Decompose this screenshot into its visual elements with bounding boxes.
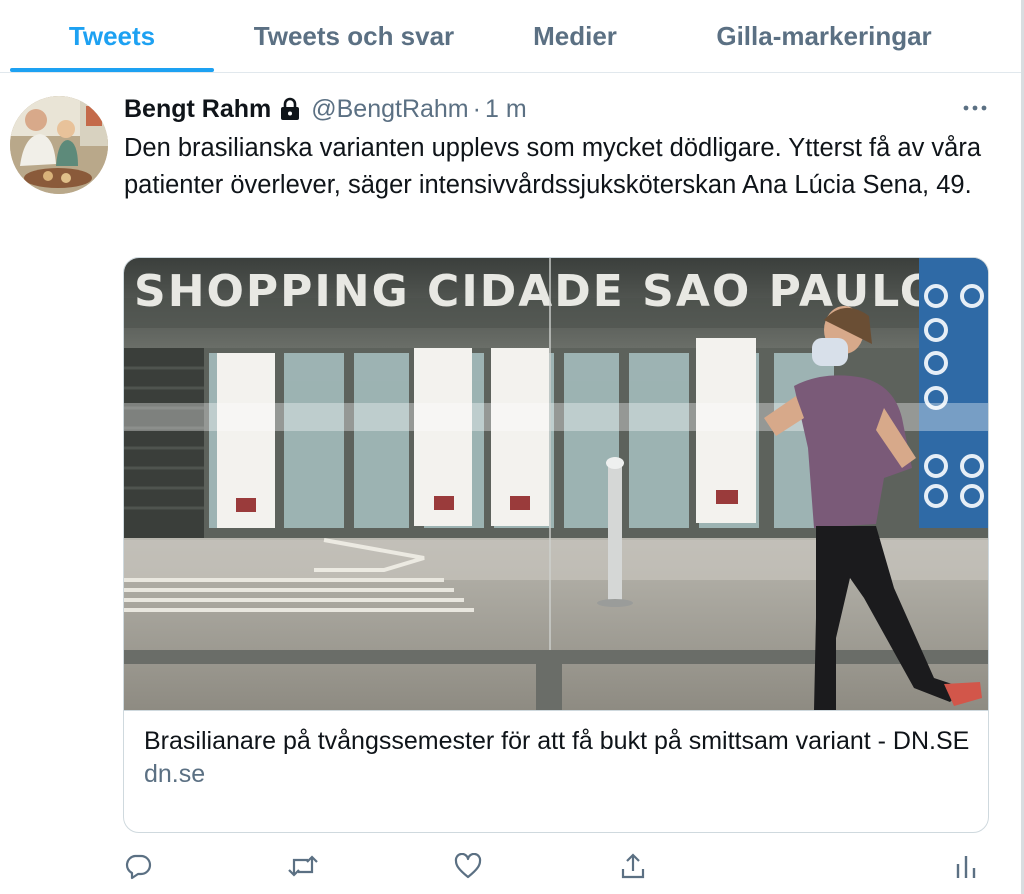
card-body: Brasilianare på tvångssemester för att f… <box>124 710 988 832</box>
link-card[interactable]: SHOPPING CIDADE SAO PAULO Brasilianare p… <box>123 257 989 833</box>
card-title: Brasilianare på tvångssemester för att f… <box>144 727 970 755</box>
tab-media[interactable]: Medier <box>500 0 650 73</box>
tab-media-label: Medier <box>533 21 617 51</box>
tweet-text: Den brasilianska varianten upplevs som m… <box>124 134 982 199</box>
active-tab-indicator <box>10 68 214 72</box>
card-domain: dn.se <box>144 760 206 788</box>
tweet-header: Bengt Rahm @BengtRahm · 1 m <box>124 93 527 125</box>
tab-tweets-and-replies[interactable]: Tweets och svar <box>222 0 486 73</box>
retweet-icon <box>288 855 318 877</box>
card-photo: SHOPPING CIDADE SAO PAULO <box>124 258 988 710</box>
profile-tabs: Tweets Tweets och svar Medier Gilla-mark… <box>0 0 1024 73</box>
reply-icon <box>125 854 152 880</box>
card-image: SHOPPING CIDADE SAO PAULO <box>124 258 988 710</box>
user-handle[interactable]: @BengtRahm <box>311 95 468 124</box>
tab-likes-label: Gilla-markeringar <box>716 21 932 51</box>
tab-tweets-and-replies-label: Tweets och svar <box>253 21 455 51</box>
tab-likes[interactable]: Gilla-markeringar <box>688 0 960 73</box>
lock-icon <box>279 97 301 121</box>
avatar-photo <box>10 96 108 194</box>
analytics-icon <box>956 856 976 878</box>
reply-button[interactable] <box>122 850 154 882</box>
tab-tweets-label: Tweets <box>68 21 156 51</box>
like-button[interactable] <box>452 850 484 882</box>
retweet-button[interactable] <box>287 850 319 882</box>
display-name[interactable]: Bengt Rahm <box>124 95 271 124</box>
more-icon[interactable] <box>962 100 988 116</box>
heart-icon <box>454 853 482 879</box>
share-button[interactable] <box>617 850 649 882</box>
share-icon <box>621 853 645 879</box>
tweet-timestamp[interactable]: 1 m <box>485 95 527 124</box>
avatar[interactable] <box>10 96 108 194</box>
store-sign: SHOPPING CIDADE SAO PAULO <box>134 266 939 317</box>
separator-dot: · <box>472 94 481 123</box>
tab-tweets[interactable]: Tweets <box>10 0 214 73</box>
analytics-button[interactable] <box>950 850 982 882</box>
